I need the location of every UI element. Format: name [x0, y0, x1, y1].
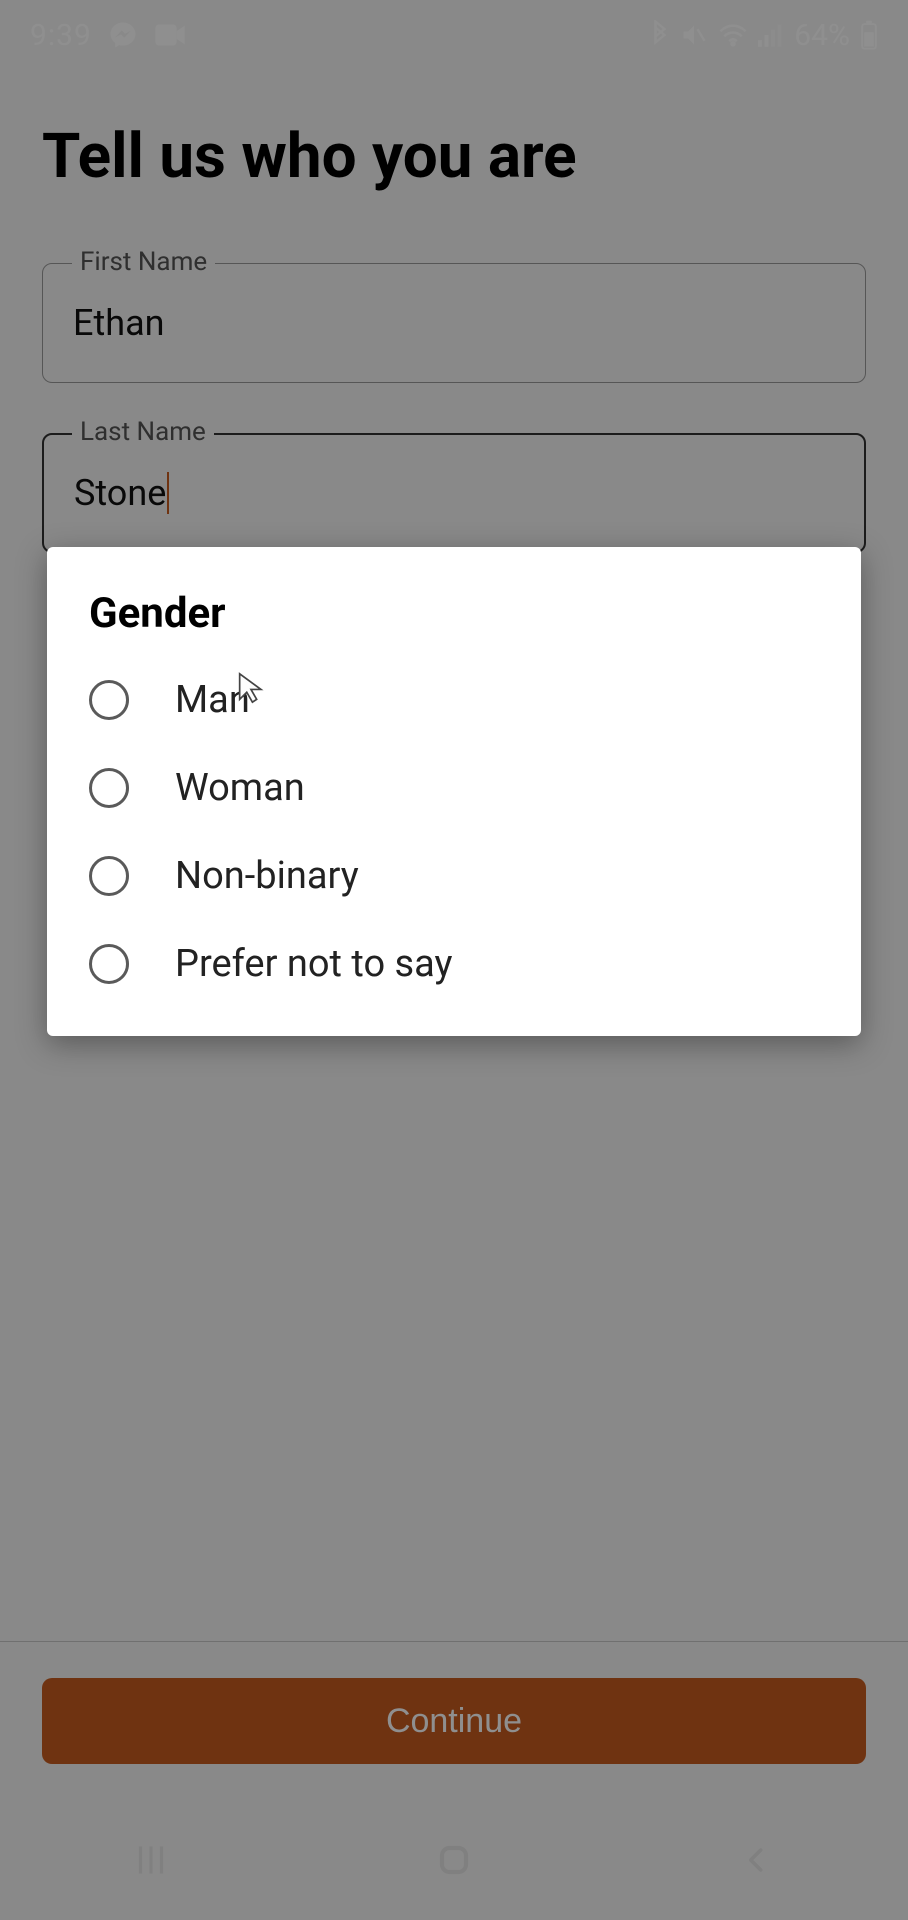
- gender-option-non-binary[interactable]: Non-binary: [47, 832, 861, 920]
- radio-icon: [89, 680, 129, 720]
- gender-dialog: Gender Man Woman Non-binary Prefer not t…: [47, 547, 861, 1036]
- gender-option-prefer-not[interactable]: Prefer not to say: [47, 920, 861, 1008]
- radio-icon: [89, 944, 129, 984]
- gender-option-man[interactable]: Man: [47, 656, 861, 744]
- gender-option-label: Man: [175, 678, 250, 722]
- gender-option-label: Non-binary: [175, 854, 359, 898]
- radio-icon: [89, 856, 129, 896]
- radio-icon: [89, 768, 129, 808]
- gender-option-label: Prefer not to say: [175, 942, 453, 986]
- gender-option-woman[interactable]: Woman: [47, 744, 861, 832]
- gender-dialog-title: Gender: [47, 589, 861, 656]
- gender-option-label: Woman: [175, 766, 305, 810]
